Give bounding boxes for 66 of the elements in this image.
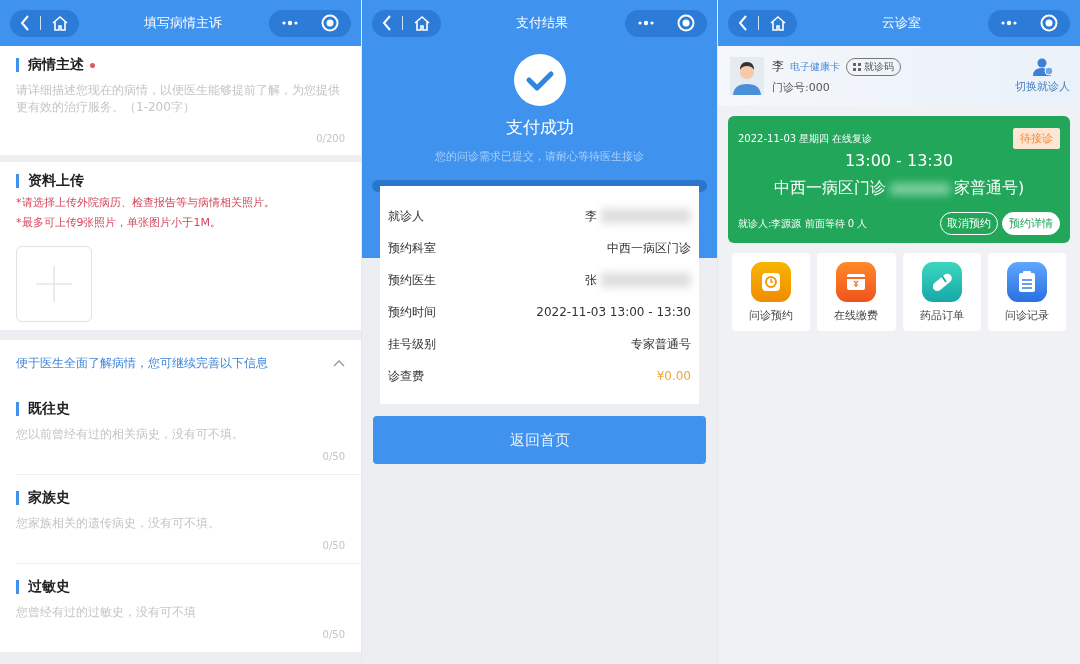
detail-value: ¥0.00 [656, 369, 691, 383]
detail-label: 诊查费 [388, 367, 424, 385]
chevron-up-icon[interactable] [333, 359, 345, 367]
back-icon[interactable] [738, 15, 748, 31]
patient-name: 李 [772, 58, 784, 75]
qr-code-icon [853, 62, 861, 71]
outpatient-number: 门诊号:000 [772, 79, 831, 95]
shortcut-tile[interactable]: 问诊记录 [987, 253, 1066, 331]
section-heading: 资料上传 [28, 172, 84, 190]
status-message: 您的问诊需求已提交，请耐心等待医生接诊 [435, 149, 644, 164]
char-counter: 0/50 [321, 451, 345, 462]
wallet-icon [836, 261, 877, 302]
back-icon[interactable] [382, 15, 392, 31]
more-icon[interactable] [637, 20, 655, 26]
switch-patient-button[interactable]: 切换就诊人 [1015, 58, 1070, 94]
shortcut-tile[interactable]: 在线缴费 [817, 253, 896, 331]
char-counter: 0/200 [315, 133, 345, 144]
page-title: 支付结果 [515, 14, 569, 32]
department-name: 中西一病区门诊 [773, 178, 886, 199]
detail-value: 专家普通号 [631, 335, 691, 353]
page-title: 云诊室 [881, 14, 922, 32]
plus-icon [34, 264, 74, 304]
close-icon[interactable] [321, 14, 339, 32]
health-card-label: 电子健康卡 [790, 59, 840, 74]
avatar-icon [730, 57, 764, 95]
close-icon[interactable] [677, 14, 695, 32]
detail-value: 李 [585, 207, 597, 225]
appointment-date: 2022-11-03 星期四 在线复诊 [738, 131, 873, 146]
section-heading: 过敏史 [28, 578, 70, 596]
char-counter: 0/50 [321, 629, 345, 640]
back-icon[interactable] [20, 15, 30, 31]
upload-note: *请选择上传外院病历、检查报告等与病情相关照片。 [16, 196, 276, 210]
pill-icon [921, 261, 962, 302]
more-icon[interactable] [1000, 20, 1018, 26]
page-title: 填写病情主诉 [143, 14, 223, 32]
payment-status: 支付成功 [505, 116, 574, 139]
home-icon[interactable] [769, 14, 787, 32]
home-icon[interactable] [413, 14, 431, 32]
detail-value: 中西一病区门诊 [607, 239, 691, 257]
success-check-icon [513, 54, 566, 106]
more-icon[interactable] [281, 20, 299, 26]
appointment-time: 13:00 - 13:30 [843, 151, 955, 170]
shortcut-tile[interactable]: 药品订单 [902, 253, 981, 331]
section-heading: 家族史 [28, 489, 70, 507]
detail-label: 挂号级别 [388, 335, 436, 353]
close-icon[interactable] [1040, 14, 1058, 32]
status-tag: 待接诊 [1013, 128, 1060, 149]
section-heading: 病情主述 [28, 56, 84, 74]
queue-info: 就诊人:李源源 前面等待 0 人 [738, 216, 868, 231]
detail-label: 预约科室 [388, 239, 436, 257]
detail-value: 张 [585, 271, 597, 289]
detail-value: 2022-11-03 13:00 - 13:30 [536, 305, 691, 319]
registration-level: 家普通号) [953, 178, 1025, 199]
privacy-blur [889, 182, 950, 195]
shortcut-tile[interactable]: 问诊预约 [732, 253, 811, 331]
clipboard-icon [1006, 261, 1047, 302]
detail-label: 预约医生 [388, 271, 436, 289]
more-info-hint: 便于医生全面了解病情，您可继续完善以下信息 [16, 354, 268, 372]
home-icon[interactable] [51, 14, 69, 32]
clock-icon [751, 261, 792, 302]
upload-note: *最多可上传9张照片，单张图片小于1M。 [16, 216, 222, 230]
detail-label: 预约时间 [388, 303, 436, 321]
detail-label: 就诊人 [388, 207, 424, 225]
char-counter: 0/50 [321, 540, 345, 551]
user-switch-icon [1031, 58, 1054, 76]
section-heading: 既往史 [28, 400, 70, 418]
